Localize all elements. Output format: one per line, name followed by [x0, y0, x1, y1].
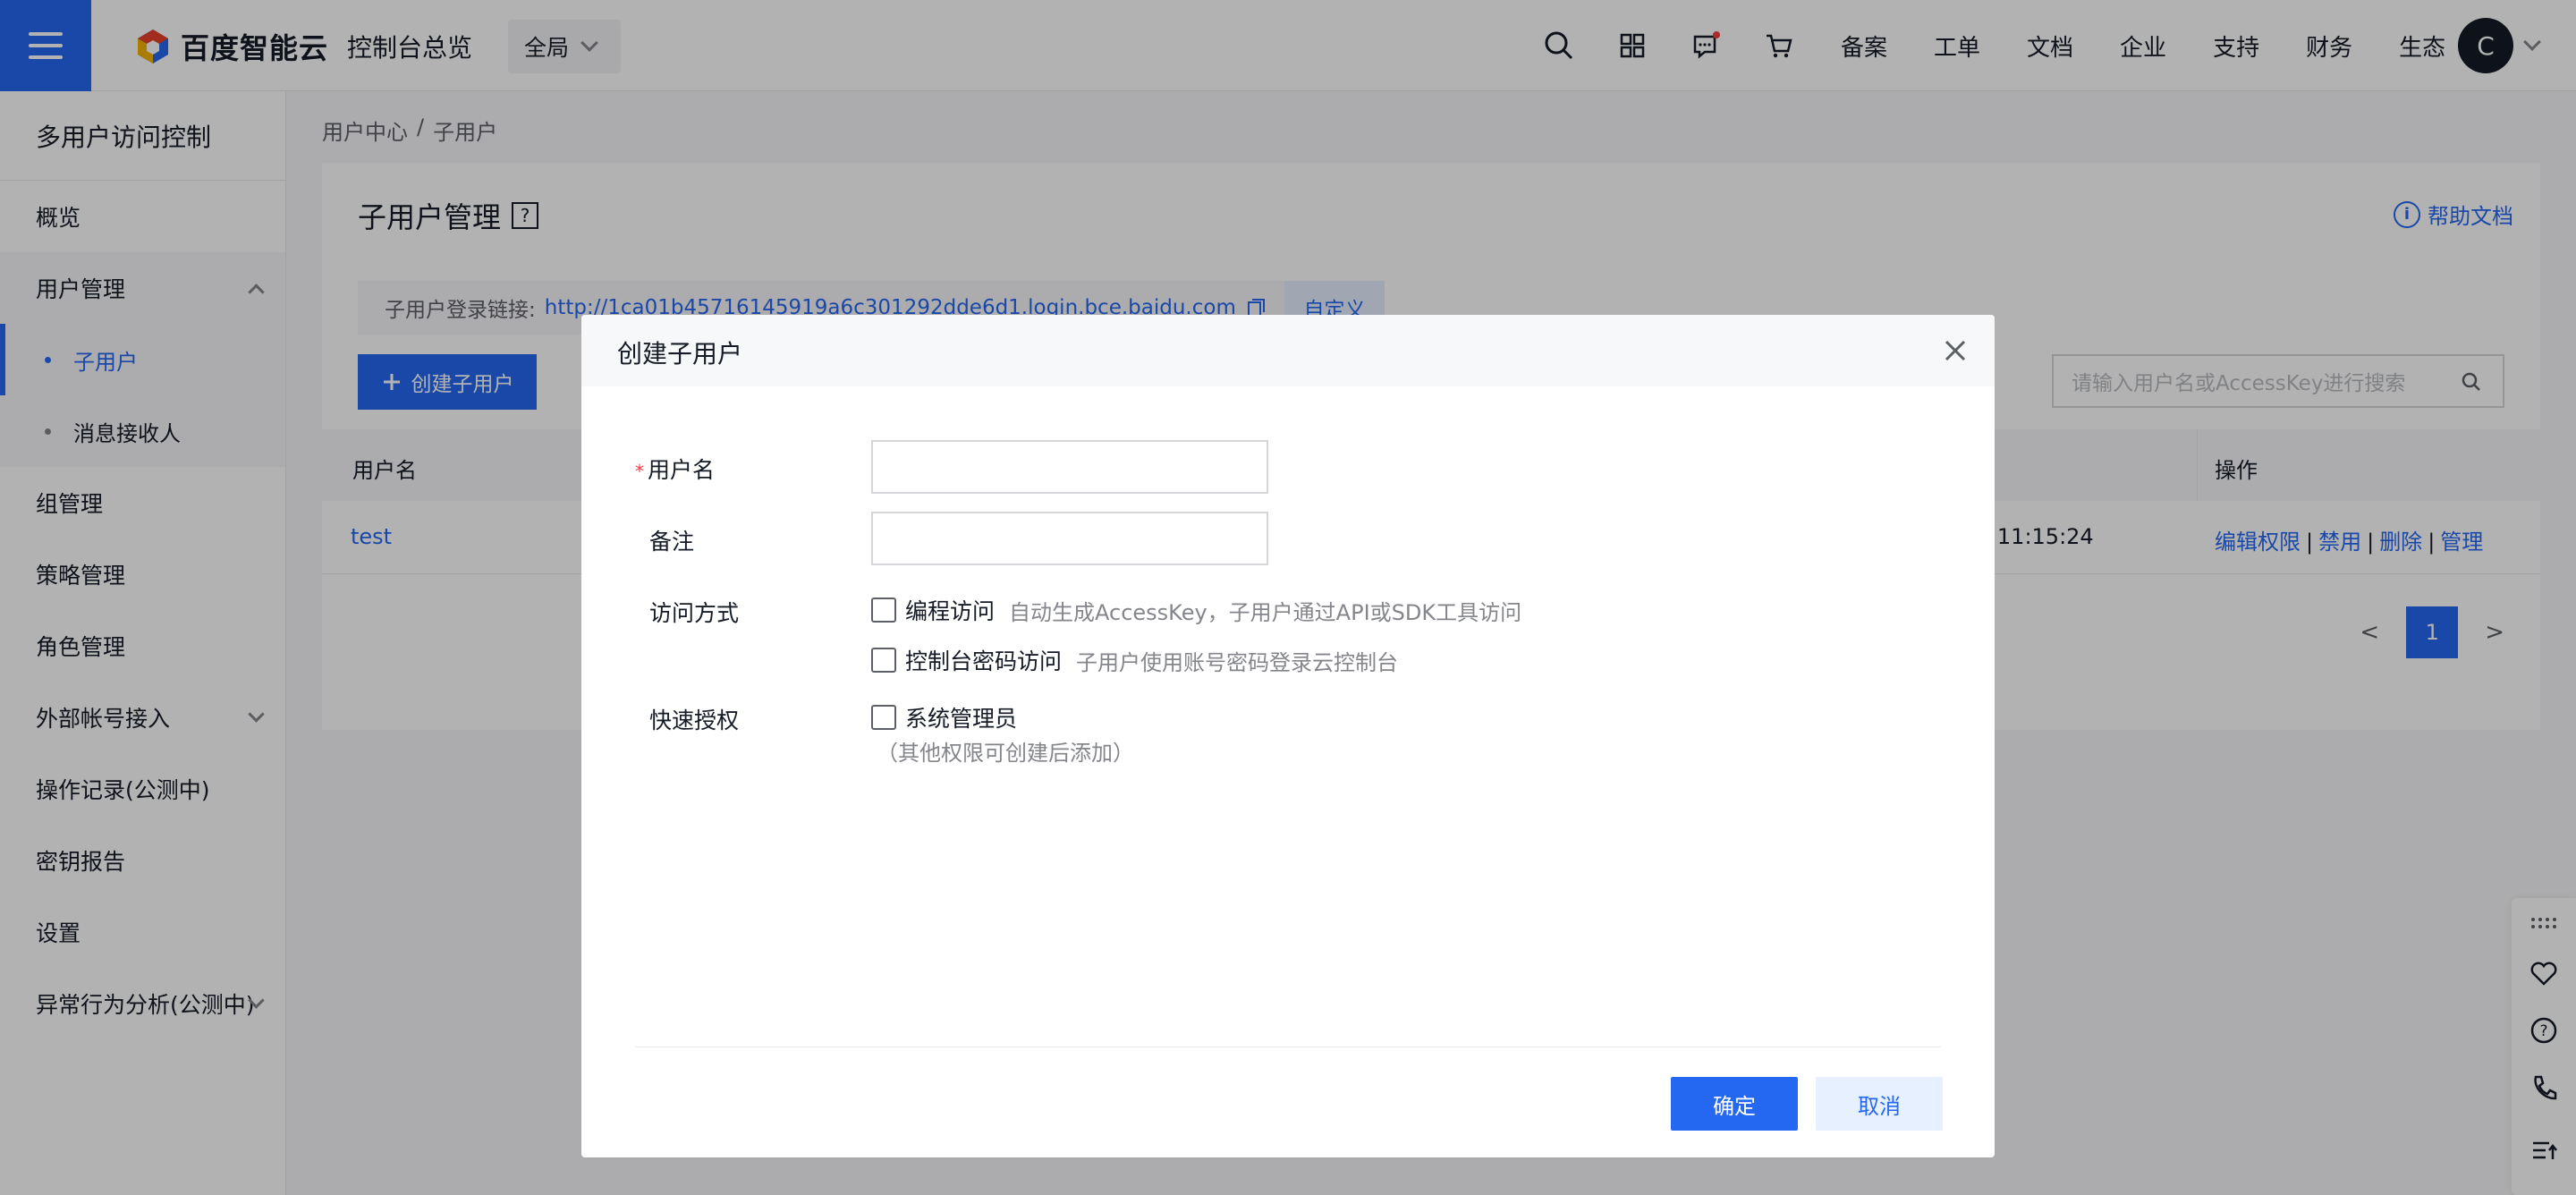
programmatic-access-option[interactable]: 编程访问 自动生成AccessKey，子用户通过API或SDK工具访问: [871, 594, 1521, 626]
system-admin-option[interactable]: 系统管理员: [871, 701, 1017, 733]
programmatic-access-checkbox[interactable]: [871, 598, 896, 623]
console-password-access-option[interactable]: 控制台密码访问 子用户使用账号密码登录云控制台: [871, 644, 1398, 676]
required-mark: *: [635, 461, 644, 482]
remark-label: 备注: [649, 529, 695, 555]
username-input[interactable]: [871, 440, 1268, 494]
close-icon[interactable]: [1941, 336, 1970, 365]
programmatic-access-label: 编程访问: [905, 598, 996, 624]
dialog-title: 创建子用户: [617, 339, 743, 369]
quick-auth-hint: （其他权限可创建后添加）: [877, 741, 1134, 766]
console-password-access-checkbox[interactable]: [871, 648, 896, 673]
cancel-button[interactable]: 取消: [1816, 1077, 1943, 1131]
console-password-access-label: 控制台密码访问: [905, 648, 1063, 674]
programmatic-access-hint: 自动生成AccessKey，子用户通过API或SDK工具访问: [1009, 599, 1522, 625]
username-label-text: 用户名: [648, 457, 716, 483]
username-label: * 用户名: [635, 453, 715, 485]
remark-input[interactable]: [871, 512, 1268, 565]
access-method-label: 访问方式: [649, 600, 740, 626]
console-password-access-hint: 子用户使用账号密码登录云控制台: [1076, 649, 1399, 675]
create-sub-user-dialog: 创建子用户 * 用户名 备注 访问方式 编程访问 自动生成AccessKey，子用…: [581, 315, 1995, 1157]
dialog-header: 创建子用户: [581, 315, 1995, 386]
confirm-button[interactable]: 确定: [1671, 1077, 1798, 1131]
system-admin-checkbox[interactable]: [871, 705, 896, 730]
system-admin-label: 系统管理员: [905, 706, 1018, 732]
quick-auth-label: 快速授权: [649, 708, 740, 733]
